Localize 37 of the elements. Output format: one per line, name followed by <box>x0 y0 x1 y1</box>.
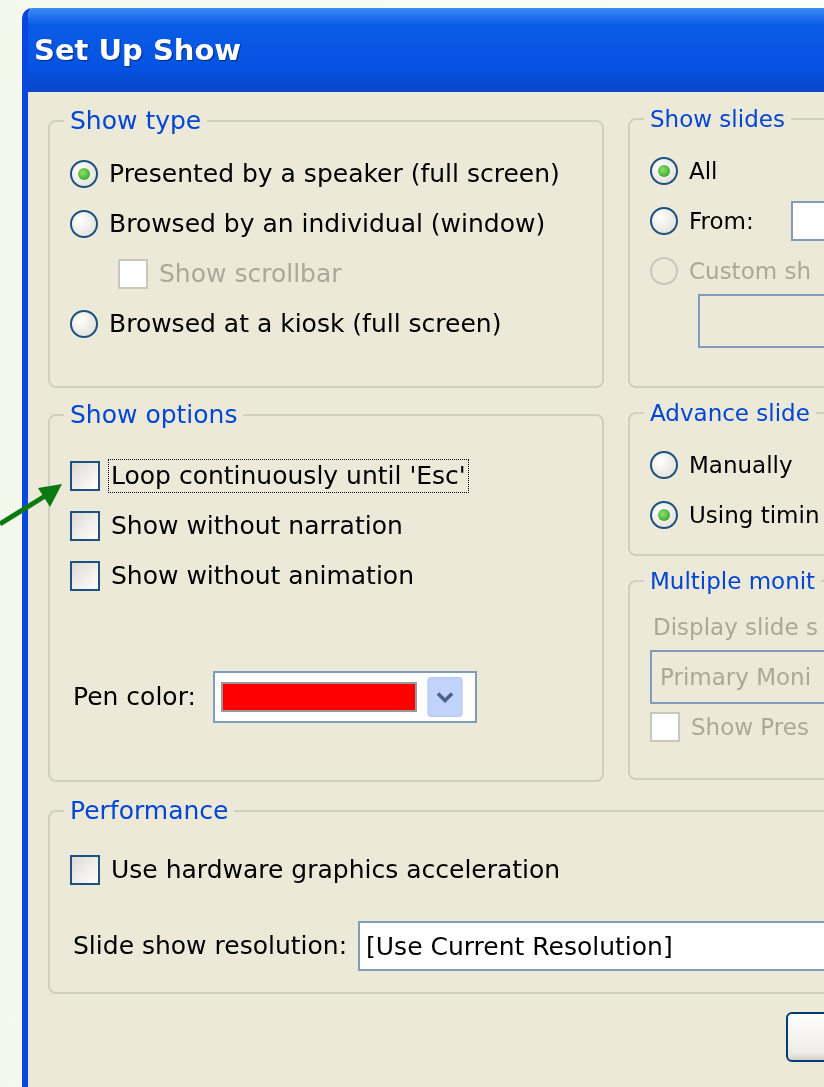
group-title: Advance slide <box>649 400 811 426</box>
option-label: Show Pres <box>690 713 810 742</box>
checkbox[interactable] <box>70 511 100 541</box>
resolution-dropdown[interactable]: [Use Current Resolution] <box>358 921 824 971</box>
checkbox[interactable] <box>70 561 100 591</box>
radio-button[interactable] <box>70 310 98 338</box>
field-label: Display slide s <box>652 613 819 642</box>
option-label: Loop continuously until 'Esc' <box>108 459 469 493</box>
checkbox[interactable] <box>70 461 100 491</box>
radio-button[interactable] <box>650 207 678 235</box>
option-label: Custom sh <box>688 257 812 286</box>
option-label: Show without narration <box>110 510 404 542</box>
radio-button[interactable] <box>70 160 98 188</box>
radio-button[interactable] <box>650 451 678 479</box>
option-label: Manually <box>688 451 794 480</box>
group-title: Show type <box>69 106 203 135</box>
group-title: Multiple monit <box>649 568 817 594</box>
radio-button[interactable] <box>650 157 678 185</box>
group-title: Show slides <box>649 106 786 132</box>
pen-color-label: Pen color: <box>72 681 197 713</box>
pen-color-dropdown[interactable] <box>212 671 477 723</box>
option-label: Presented by a speaker (full screen) <box>108 158 561 190</box>
option-label: Browsed at a kiosk (full screen) <box>108 308 503 340</box>
option-label: Show without animation <box>110 560 415 592</box>
window-title: Set Up Show <box>34 33 242 67</box>
radio-button[interactable] <box>650 501 678 529</box>
radio-button[interactable] <box>70 210 98 238</box>
group-title: Show options <box>69 400 239 429</box>
group-title: Performance <box>69 796 230 825</box>
resolution-label: Slide show resolution: <box>72 930 349 962</box>
option-label: Using timin <box>688 501 821 530</box>
option-label: Browsed by an individual (window) <box>108 208 547 240</box>
option-label: Use hardware graphics acceleration <box>110 854 562 886</box>
checkbox[interactable] <box>70 855 100 885</box>
option-label: From: <box>688 207 755 236</box>
option-label: All <box>688 157 719 186</box>
option-label: Show scrollbar <box>158 258 343 290</box>
